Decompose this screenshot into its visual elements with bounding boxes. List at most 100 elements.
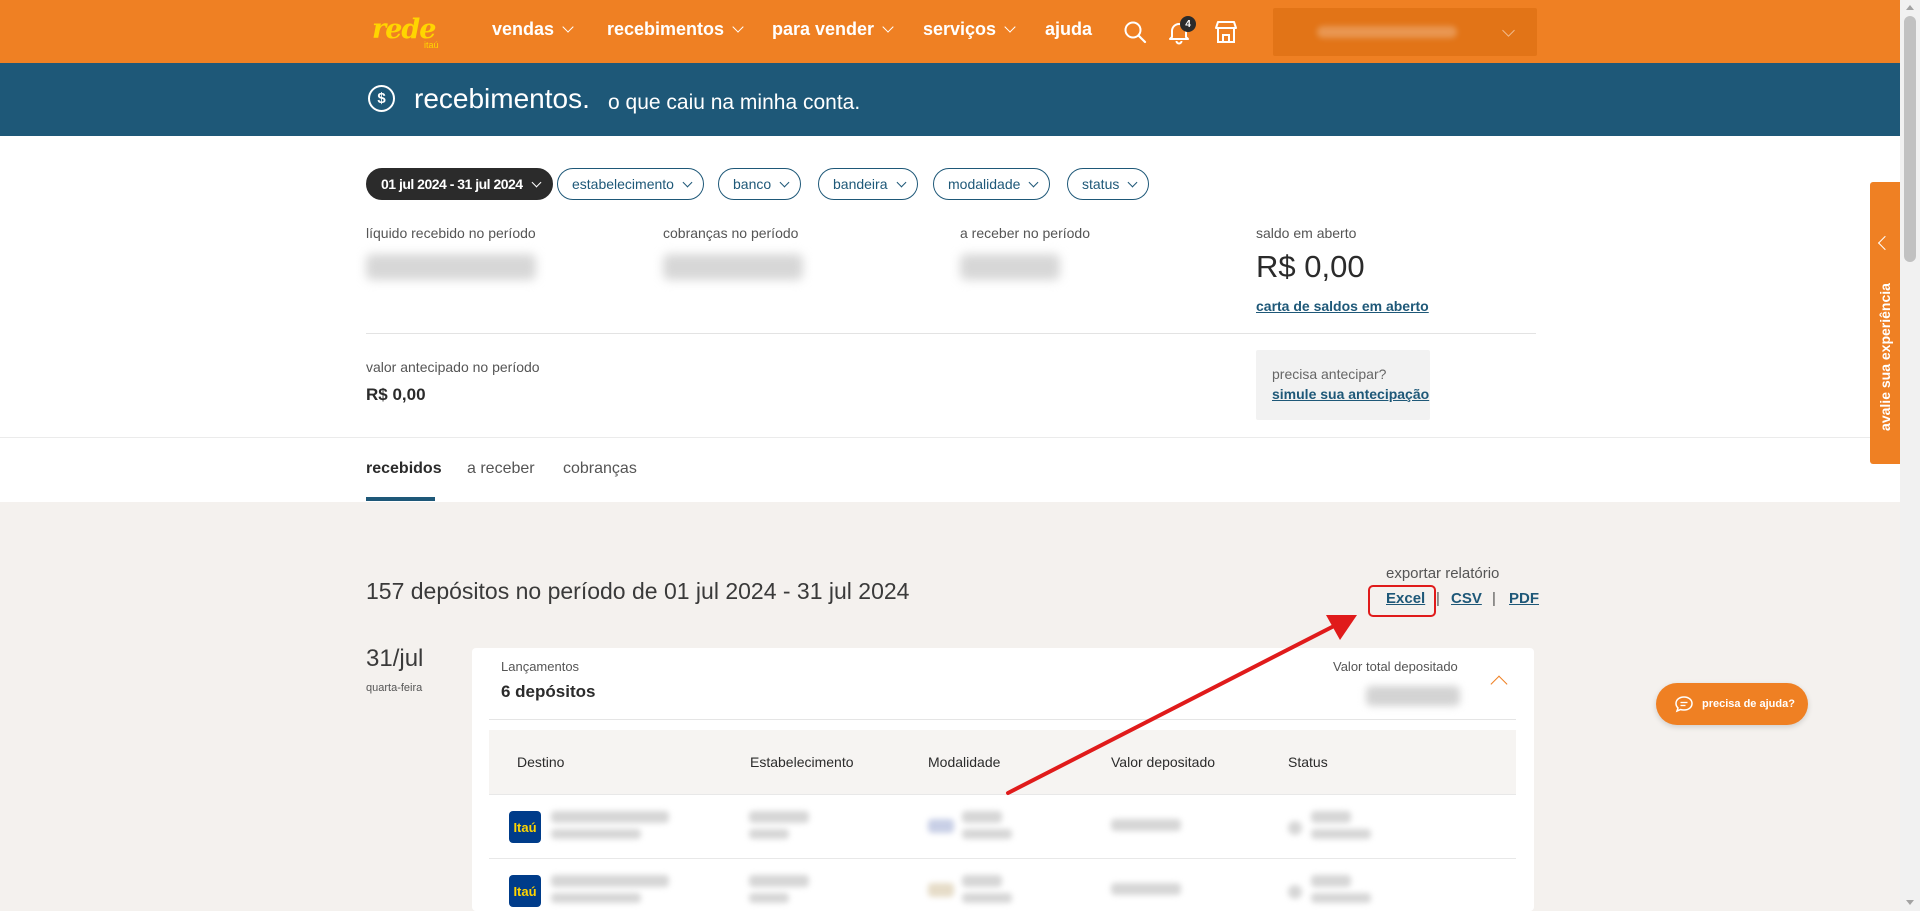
notification-badge: 4 <box>1180 16 1196 32</box>
export-separator: | <box>1492 590 1496 607</box>
filter-label: status <box>1082 176 1120 192</box>
deposits-table-header: Destino Estabelecimento Modalidade Valor… <box>489 730 1516 794</box>
page-title: recebimentos. <box>414 83 590 114</box>
blurred-text <box>962 811 1002 823</box>
nav-vendas[interactable]: vendas <box>492 19 574 40</box>
tab-cobrancas[interactable]: cobranças <box>563 460 637 478</box>
blurred-text <box>749 875 809 887</box>
blurred-text <box>1311 893 1371 903</box>
feedback-side-tab[interactable]: avalie sua experiência <box>1870 182 1900 464</box>
filter-label: banco <box>733 176 772 192</box>
nav-servicos[interactable]: serviços <box>923 19 1016 40</box>
nav-vendas-label: vendas <box>492 19 555 39</box>
liquido-label: líquido recebido no período <box>366 225 536 241</box>
logo-subtext: itaú <box>424 40 439 50</box>
blurred-text <box>551 893 641 903</box>
page-header: $ recebimentos. o que caiu na minha cont… <box>0 63 1900 136</box>
filter-label: modalidade <box>948 176 1021 192</box>
saldo-value: R$ 0,00 <box>1256 249 1365 284</box>
vertical-scrollbar[interactable] <box>1900 0 1920 911</box>
chevron-down-icon <box>1028 177 1039 187</box>
saldo-label: saldo em aberto <box>1256 225 1357 241</box>
nav-recebimentos-label: recebimentos <box>607 19 725 39</box>
antecipar-link[interactable]: simule sua antecipação <box>1272 386 1429 402</box>
store-icon[interactable] <box>1212 18 1240 46</box>
blurred-text <box>962 893 1012 903</box>
export-separator: | <box>1436 590 1440 607</box>
page: rede itaú vendas recebimentos para vende… <box>0 0 1920 911</box>
chevron-down-icon <box>682 177 693 187</box>
blurred-text <box>749 893 789 903</box>
total-value-blurred <box>1366 686 1460 706</box>
itau-logo: Itaú <box>509 811 541 843</box>
blurred-text <box>1311 811 1351 823</box>
blurred-text <box>551 811 669 823</box>
filter-modalidade[interactable]: modalidade <box>933 168 1051 200</box>
nav-recebimentos[interactable]: recebimentos <box>607 19 744 40</box>
nav-ajuda[interactable]: ajuda <box>1045 19 1092 40</box>
filter-label: estabelecimento <box>572 176 674 192</box>
chevron-down-icon <box>882 21 894 33</box>
scroll-up-arrow[interactable] <box>1906 5 1914 10</box>
chevron-down-icon <box>1502 24 1515 37</box>
blurred-text <box>962 875 1002 887</box>
table-row[interactable]: Itaú <box>489 794 1516 858</box>
top-navbar: rede itaú vendas recebimentos para vende… <box>0 0 1900 63</box>
card-brand-icon <box>928 819 954 833</box>
blurred-text <box>1111 883 1181 895</box>
help-button-label: precisa de ajuda? <box>1702 698 1795 710</box>
col-status: Status <box>1288 754 1328 770</box>
chevron-down-icon <box>1004 21 1016 33</box>
filter-status[interactable]: status <box>1067 168 1150 200</box>
table-row[interactable]: Itaú <box>489 858 1516 911</box>
filter-estabelecimento[interactable]: estabelecimento <box>557 168 704 200</box>
establishment-name-blurred <box>1317 26 1457 38</box>
tab-recebidos[interactable]: recebidos <box>366 460 442 478</box>
itau-logo: Itaú <box>509 875 541 907</box>
antecipar-box: precisa antecipar? simule sua antecipaçã… <box>1256 350 1430 420</box>
chevron-down-icon <box>896 177 906 187</box>
establishment-selector[interactable] <box>1273 8 1537 56</box>
card-brand-icon <box>928 883 954 897</box>
nav-para-vender[interactable]: para vender <box>772 19 894 40</box>
help-button[interactable]: precisa de ajuda? <box>1656 683 1808 725</box>
filter-banco[interactable]: banco <box>718 168 802 200</box>
status-icon <box>1288 821 1302 835</box>
chevron-down-icon <box>531 177 542 187</box>
col-estabelecimento: Estabelecimento <box>750 754 854 770</box>
rede-logo[interactable]: rede itaú <box>372 14 442 50</box>
export-pdf-link[interactable]: PDF <box>1509 590 1539 607</box>
blurred-text <box>962 829 1012 839</box>
page-subtitle: o que caiu na minha conta. <box>608 91 861 114</box>
summary-divider <box>366 333 1536 334</box>
scroll-thumb[interactable] <box>1904 16 1916 262</box>
total-label: Valor total depositado <box>1333 659 1458 674</box>
chevron-down-icon <box>1127 177 1138 187</box>
areceber-value-blurred <box>960 254 1060 280</box>
period-filter[interactable]: 01 jul 2024 - 31 jul 2024 <box>366 168 553 200</box>
col-modalidade: Modalidade <box>928 754 1001 770</box>
search-icon[interactable] <box>1121 18 1149 46</box>
saldo-link[interactable]: carta de saldos em aberto <box>1256 298 1429 314</box>
tab-a-receber[interactable]: a receber <box>467 460 535 478</box>
areceber-label: a receber no período <box>960 225 1090 241</box>
export-csv-link[interactable]: CSV <box>1451 590 1482 607</box>
feedback-label: avalie sua experiência <box>1877 283 1893 431</box>
lancamentos-label: Lançamentos <box>501 659 580 674</box>
col-destino: Destino <box>517 754 565 770</box>
nav-para-vender-label: para vender <box>772 19 875 39</box>
blurred-text <box>551 875 669 887</box>
tabs-divider <box>0 437 1900 438</box>
deposit-card: Lançamentos 6 depósitos Valor total depo… <box>472 648 1534 911</box>
antecipado-value: R$ 0,00 <box>366 385 426 404</box>
period-filter-label: 01 jul 2024 - 31 jul 2024 <box>381 176 523 192</box>
chevron-up-icon[interactable] <box>1490 675 1508 693</box>
card-divider <box>489 719 1516 720</box>
antecipado-label: valor antecipado no período <box>366 359 540 375</box>
filter-bandeira[interactable]: bandeira <box>818 168 918 200</box>
status-icon <box>1288 885 1302 899</box>
blurred-text <box>1311 875 1351 887</box>
chevron-left-icon <box>1877 235 1893 251</box>
nav-ajuda-label: ajuda <box>1045 19 1093 39</box>
scroll-down-arrow[interactable] <box>1906 900 1914 905</box>
